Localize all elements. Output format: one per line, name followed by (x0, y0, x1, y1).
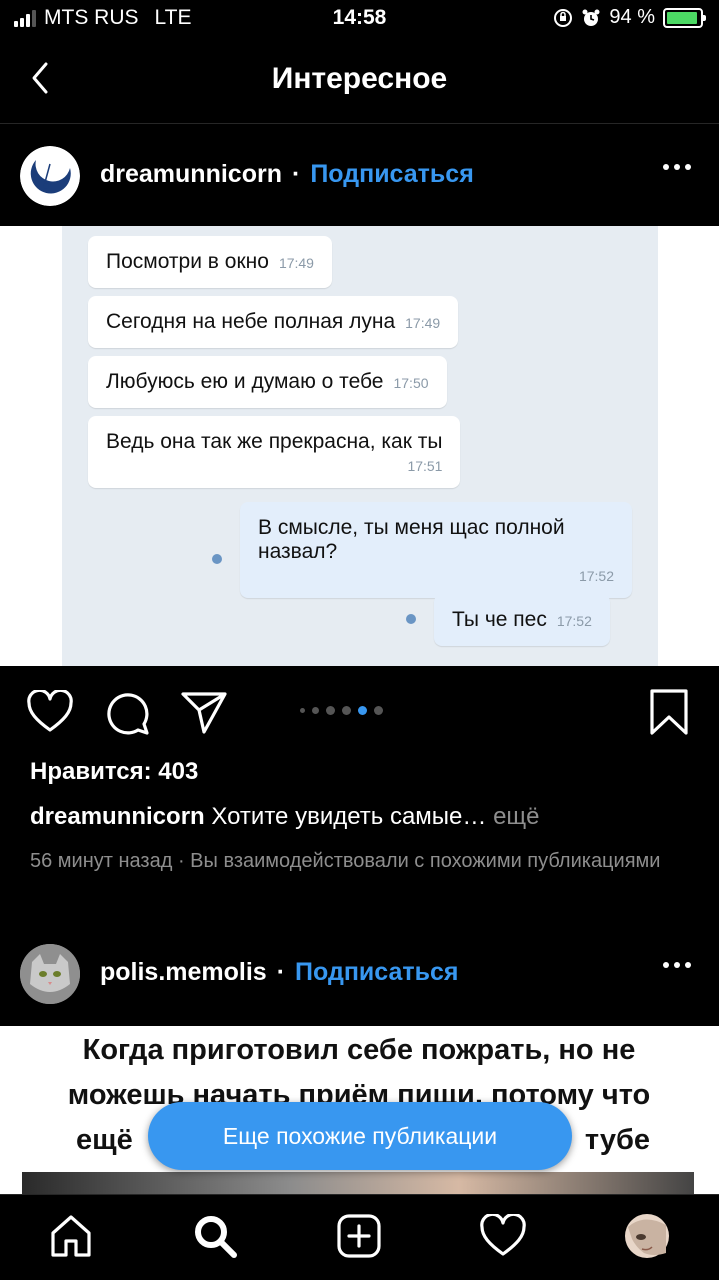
meme-line: ещё (76, 1124, 133, 1156)
message-time: 17:52 (556, 613, 592, 629)
heart-icon (480, 1214, 526, 1256)
search-icon (195, 1216, 237, 1258)
carousel-indicator (300, 706, 383, 715)
tab-home[interactable] (46, 1211, 96, 1261)
meme-line: тубе (584, 1124, 650, 1156)
battery-icon (663, 7, 706, 28)
meme-line: Когда приготовил себе пожрать, но не (82, 1034, 636, 1066)
chat-message-outgoing: Ты че пес 17:52 (434, 594, 610, 646)
tab-activity[interactable] (478, 1211, 528, 1261)
read-indicator (406, 614, 416, 624)
message-time: 17:51 (407, 458, 443, 474)
follow-button[interactable]: Подписаться (310, 160, 473, 189)
message-time: 17:50 (393, 375, 429, 391)
status-bar: MTS RUS LTE 14:58 94 % (0, 0, 719, 40)
separator: · (276, 958, 286, 986)
message-text: Любуюсь ею и думаю о тебе (106, 370, 384, 393)
post-username[interactable]: dreamunnicorn (100, 160, 282, 189)
post-meta: 56 минут назад · Вы взаимодействовали с … (30, 850, 661, 872)
read-indicator (212, 554, 222, 564)
chat-screenshot: Посмотри в окно 17:49 Сегодня на небе пол… (62, 226, 658, 666)
tab-search[interactable] (190, 1211, 240, 1261)
more-similar-posts-button[interactable]: Еще похожие публикации (148, 1102, 572, 1170)
message-text: Сегодня на небе полная луна (106, 310, 396, 333)
comment-button[interactable] (104, 690, 150, 741)
alarm-icon (582, 9, 600, 26)
message-time: 17:49 (278, 255, 314, 271)
more-options-button[interactable] (663, 164, 691, 170)
carousel-dot (342, 706, 351, 715)
tab-profile[interactable] (622, 1211, 672, 1261)
add-post-icon (337, 1214, 381, 1258)
post-header: dreamunnicorn · Подписаться (0, 126, 719, 226)
bottom-tab-bar (0, 1194, 719, 1280)
chat-message: Посмотри в окно 17:49 (88, 236, 332, 288)
message-text: Посмотри в окно (106, 250, 269, 273)
chat-message: Сегодня на небе полная луна 17:49 (88, 296, 459, 348)
message-time: 17:52 (578, 568, 614, 584)
caption-username[interactable]: dreamunnicorn (30, 803, 205, 830)
post-header: polis.memolis · Подписаться (0, 924, 719, 1024)
caption-more-link[interactable]: ещё (493, 803, 539, 830)
post-username[interactable]: polis.memolis (100, 958, 267, 987)
chat-message-outgoing: В смысле, ты меня щас полной назвал? 17:5… (240, 502, 632, 598)
follow-button[interactable]: Подписаться (295, 958, 458, 987)
status-right: 94 % (553, 6, 706, 29)
home-icon (51, 1215, 91, 1257)
message-text: Ведь она так же прекрасна, как ты (106, 430, 443, 453)
post-caption: dreamunnicorn Хотите увидеть самые… ещё (30, 803, 700, 831)
save-button[interactable] (648, 688, 690, 741)
message-text: Ты че пес (452, 608, 547, 631)
avatar[interactable] (20, 944, 80, 1004)
message-time: 17:49 (405, 315, 441, 331)
caption-text: Хотите увидеть самые… (211, 803, 487, 830)
profile-avatar (625, 1214, 669, 1258)
tab-new-post[interactable] (334, 1211, 384, 1261)
battery-percent: 94 % (609, 6, 655, 28)
heart-icon (27, 688, 73, 732)
carousel-dot (326, 706, 335, 715)
avatar[interactable] (20, 146, 80, 206)
top-nav: Интересное (0, 40, 719, 124)
carousel-dot (300, 708, 305, 713)
meme-photo (22, 1172, 694, 1194)
carousel-dot (358, 706, 367, 715)
post-image[interactable]: Посмотри в окно 17:49 Сегодня на небе пол… (0, 226, 719, 666)
message-text: В смысле, ты меня щас полной назвал? (258, 516, 565, 563)
comment-icon (107, 693, 149, 735)
separator: · (291, 160, 301, 188)
page-title: Интересное (271, 62, 448, 95)
carousel-dot (312, 707, 319, 714)
share-button[interactable] (180, 690, 228, 741)
send-icon (181, 692, 227, 734)
like-button[interactable] (26, 688, 74, 739)
likes-count[interactable]: Нравится: 403 (30, 758, 198, 786)
chat-message: Ведь она так же прекрасна, как ты 17:51 (88, 416, 461, 488)
carousel-dot (374, 706, 383, 715)
chat-message: Любуюсь ею и думаю о тебе 17:50 (88, 356, 447, 408)
bookmark-icon (650, 689, 688, 735)
more-options-button[interactable] (663, 962, 691, 968)
rotation-lock-icon (554, 8, 573, 27)
